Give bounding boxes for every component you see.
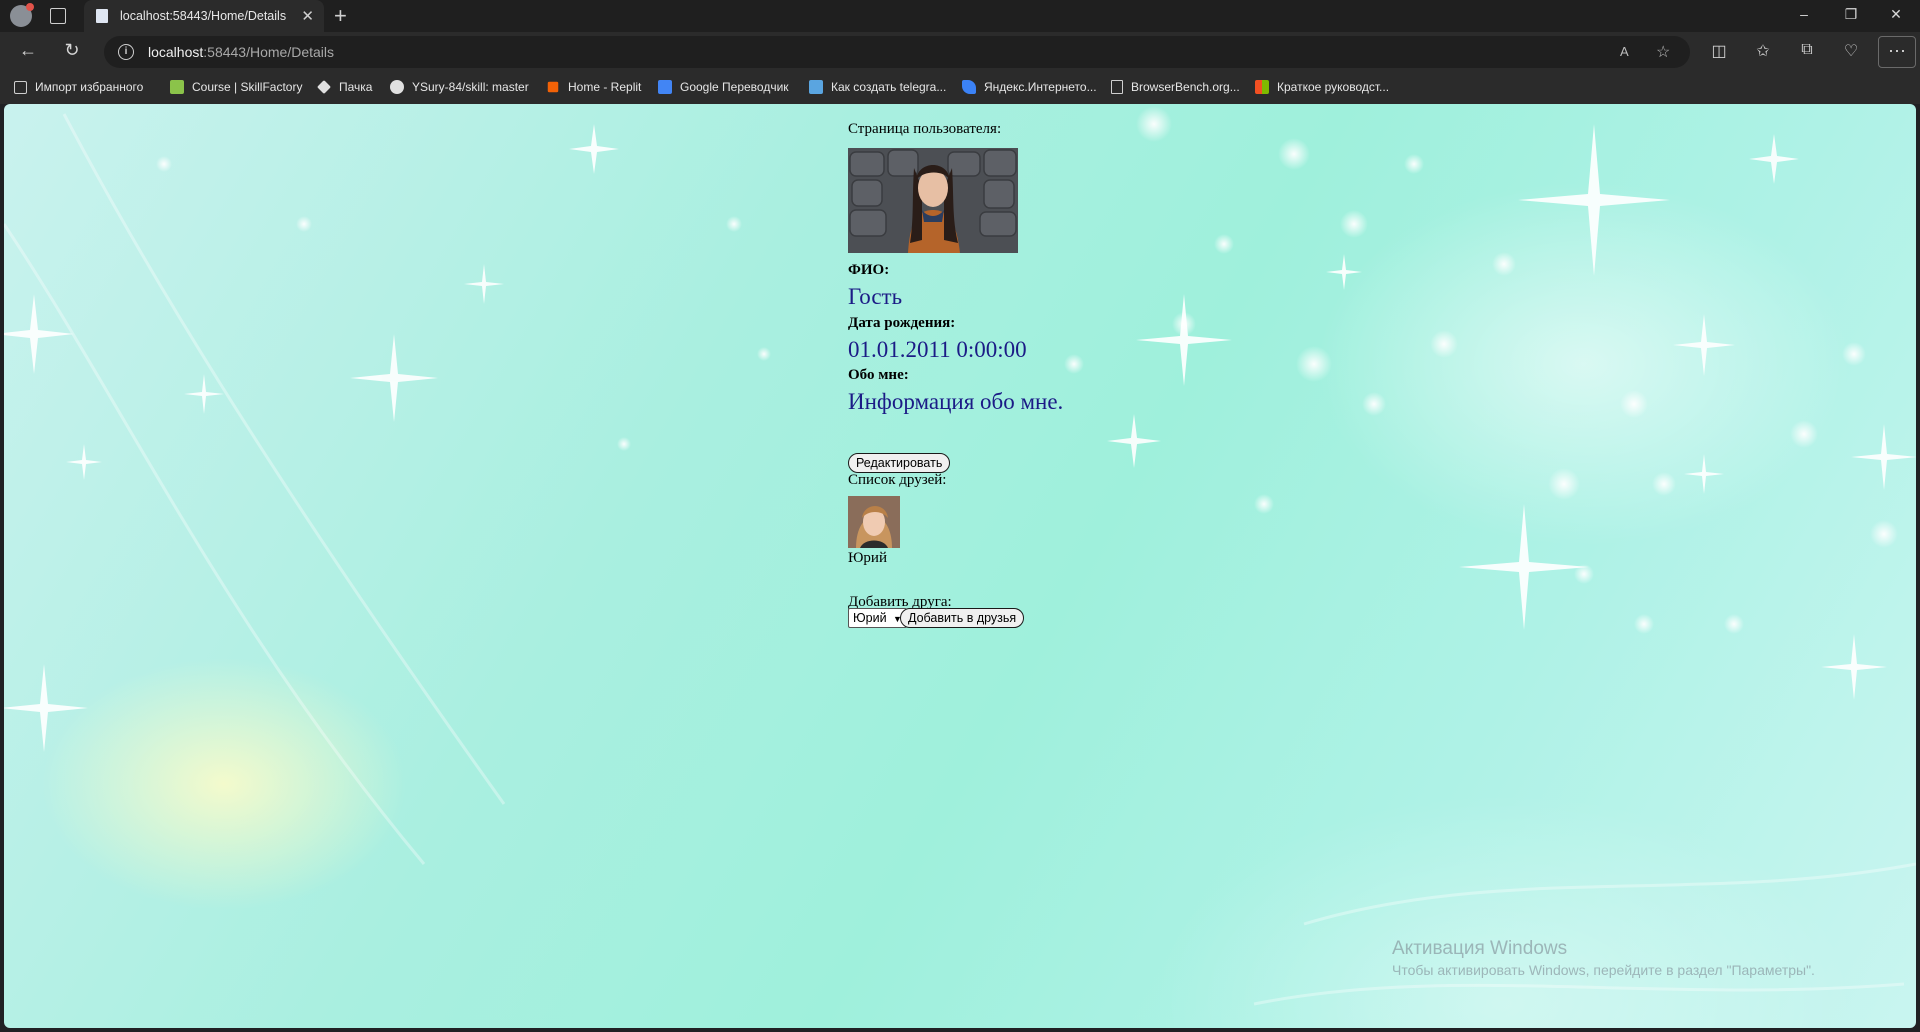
favorites-icon[interactable]: ✩ xyxy=(1751,41,1775,61)
restore-button[interactable]: ❐ xyxy=(1841,6,1861,23)
new-tab-button[interactable]: + xyxy=(334,3,347,29)
browser-essentials-icon[interactable]: ♡ xyxy=(1839,41,1863,61)
fio-label: ФИО: xyxy=(848,262,890,278)
fio-value: Гость xyxy=(848,284,903,309)
bookmark-google-translate[interactable]: Google Переводчик xyxy=(658,80,789,94)
bookmark-yandex[interactable]: Яндекс.Интернето... xyxy=(962,80,1097,94)
bookmark-import[interactable]: Импорт избранного xyxy=(14,80,143,94)
page-heading: Страница пользователя: xyxy=(848,121,1002,137)
page-viewport: Страница пользователя: ФИО: Гость Дата р… xyxy=(4,104,1916,1028)
tab-actions-icon[interactable] xyxy=(50,8,66,24)
bookmark-github[interactable]: YSury-84/skill: master xyxy=(390,80,529,94)
bookmark-browserbench[interactable]: BrowserBench.org... xyxy=(1111,80,1240,94)
yandex-icon xyxy=(962,80,976,94)
windows-activation-title: Активация Windows xyxy=(1392,938,1568,959)
bookmark-replit[interactable]: Home - Replit xyxy=(546,80,641,94)
tab-close-icon[interactable]: ✕ xyxy=(301,7,314,25)
url-text[interactable]: localhost:58443/Home/Details xyxy=(148,44,334,60)
minimize-button[interactable]: – xyxy=(1794,6,1814,22)
telegram-icon xyxy=(809,80,823,94)
page-favicon-icon xyxy=(96,9,108,23)
back-arrow-icon[interactable]: ← xyxy=(16,40,40,61)
windows-activation-subtitle: Чтобы активировать Windows, перейдите в … xyxy=(1392,962,1815,978)
navigation-bar: ← ↻ i localhost:58443/Home/Details A ☆ ◫… xyxy=(0,32,1920,72)
document-icon xyxy=(1111,80,1123,94)
active-tab[interactable]: localhost:58443/Home/Details ✕ xyxy=(84,0,324,32)
friend-avatar[interactable] xyxy=(848,496,900,548)
title-bar: localhost:58443/Home/Details ✕ + – ❐ ✕ xyxy=(0,0,1920,32)
friend-select[interactable]: Юрий ▼ xyxy=(848,608,907,628)
site-info-icon[interactable]: i xyxy=(118,44,134,60)
tab-title: localhost:58443/Home/Details xyxy=(120,9,287,23)
bookmark-telegram[interactable]: Как создать telegra... xyxy=(809,80,946,94)
favorite-star-icon[interactable]: ☆ xyxy=(1656,42,1670,62)
bookmark-quick-guide[interactable]: Краткое руководст... xyxy=(1255,80,1389,94)
about-value: Информация обо мне. xyxy=(848,389,1064,414)
settings-menu-button[interactable]: ··· xyxy=(1878,36,1916,68)
birth-date-value: 01.01.2011 0:00:00 xyxy=(848,337,1027,362)
friend-name[interactable]: Юрий xyxy=(848,550,887,567)
import-icon xyxy=(14,80,27,94)
friends-list-label: Список друзей: xyxy=(848,472,947,488)
profile-avatar[interactable] xyxy=(10,3,34,27)
edit-button[interactable]: Редактировать xyxy=(848,453,951,473)
skillfactory-icon xyxy=(170,80,184,94)
bookmark-skillfactory[interactable]: Course | SkillFactory xyxy=(170,80,302,94)
close-window-button[interactable]: ✕ xyxy=(1886,6,1906,23)
read-aloud-icon[interactable]: A xyxy=(1620,44,1629,59)
bookmark-pachka[interactable]: Пачка xyxy=(317,80,372,94)
add-friend-button[interactable]: Добавить в друзья xyxy=(900,608,1025,628)
google-translate-icon xyxy=(658,80,672,94)
collections-icon[interactable]: ⧉ xyxy=(1795,41,1819,59)
reload-icon[interactable]: ↻ xyxy=(60,40,84,61)
birth-date-label: Дата рождения: xyxy=(848,315,956,331)
bookmarks-bar: Импорт избранного Course | SkillFactory … xyxy=(0,72,1920,104)
user-photo xyxy=(848,148,1018,253)
microsoft-icon xyxy=(1255,80,1269,94)
about-label: Обо мне: xyxy=(848,367,909,383)
address-bar[interactable]: i localhost:58443/Home/Details A ☆ xyxy=(104,36,1690,68)
split-screen-icon[interactable]: ◫ xyxy=(1707,41,1731,61)
github-icon xyxy=(390,80,404,94)
pachka-icon xyxy=(317,80,331,94)
replit-icon xyxy=(547,81,559,93)
